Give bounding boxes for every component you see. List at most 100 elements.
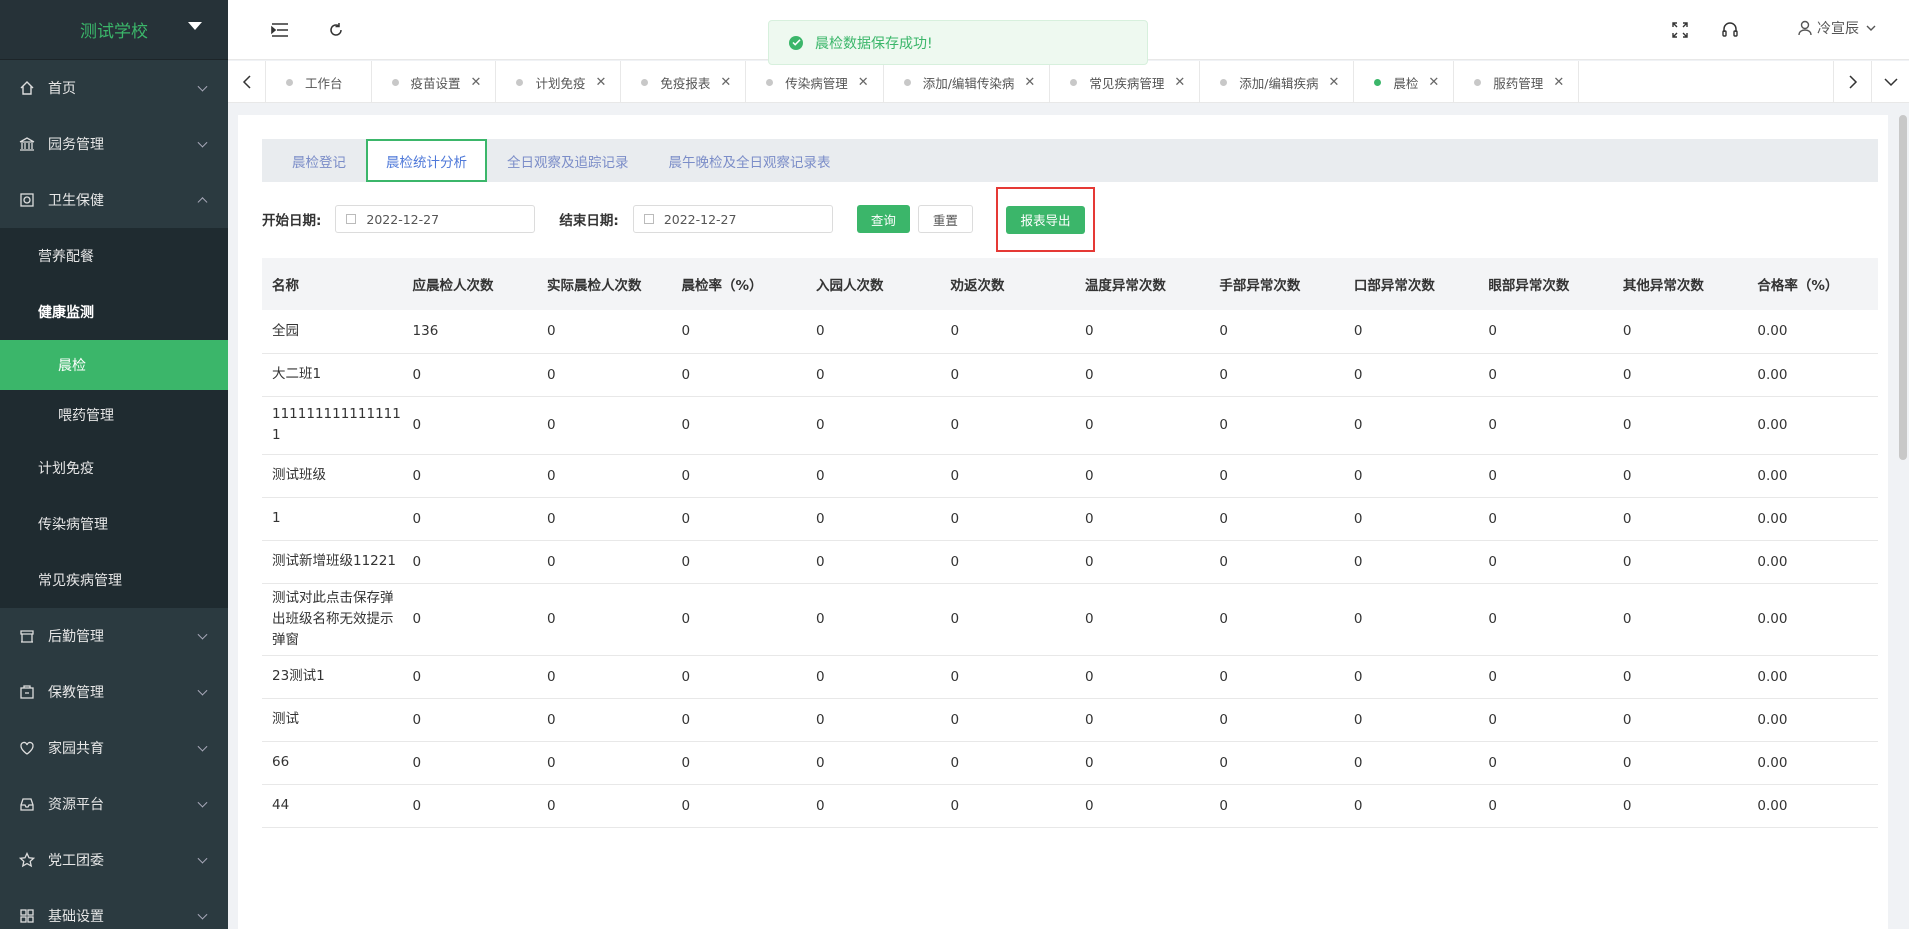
table-cell: 0 — [805, 540, 941, 584]
scrollbar[interactable] — [1899, 115, 1907, 460]
query-button[interactable]: 查询 — [856, 205, 910, 233]
table-row: 66 0 0 0 0 0 0 0 0 0 0 0.00 — [262, 741, 1878, 785]
table-cell: 0 — [1478, 784, 1613, 828]
page-tab[interactable]: 免疫报表 ✕ — [621, 61, 747, 102]
table-cell: 0 — [1343, 698, 1479, 742]
reset-button[interactable]: 重置 — [917, 205, 973, 233]
page-tab[interactable]: 添加/编辑传染病 ✕ — [884, 61, 1051, 102]
refresh-icon[interactable] — [324, 18, 348, 42]
sidebar-item[interactable]: 保教管理 — [0, 664, 228, 720]
table-cell: 0.00 — [1747, 698, 1878, 742]
menu-toggle-icon[interactable] — [268, 18, 292, 42]
sidebar-item[interactable]: 家园共育 — [0, 720, 228, 776]
sidebar-item[interactable]: 资源平台 — [0, 776, 228, 832]
page-tab[interactable]: 服药管理 ✕ — [1454, 61, 1580, 102]
sidebar-subitem[interactable]: 计划免疫 — [0, 440, 228, 496]
table-cell: 0 — [1209, 741, 1344, 785]
table-cell: 0.00 — [1747, 353, 1878, 397]
table-cell: 测试新增班级11221 — [262, 540, 403, 584]
tab-label: 服药管理 — [1493, 75, 1544, 91]
heart-icon — [18, 739, 36, 757]
headset-icon[interactable] — [1718, 18, 1742, 42]
tab-label: 晨检 — [1393, 75, 1419, 91]
table-cell: 0 — [940, 741, 1075, 785]
health-icon — [18, 191, 36, 209]
table-row: 测试班级 0 0 0 0 0 0 0 0 0 0 0.00 — [262, 454, 1878, 498]
tab-close-icon[interactable]: ✕ — [1328, 75, 1339, 90]
check-circle-icon — [789, 35, 803, 50]
page-tab[interactable]: 传染病管理 ✕ — [746, 61, 884, 102]
sidebar-item-label: 首页 — [48, 81, 76, 97]
table-cell: 0 — [1074, 497, 1210, 541]
sub-tab[interactable]: 晨检登记 — [262, 139, 366, 182]
fullscreen-icon[interactable] — [1668, 18, 1692, 42]
tabs-dropdown-icon[interactable] — [1871, 61, 1909, 103]
tab-close-icon[interactable]: ✕ — [471, 75, 482, 90]
user-menu[interactable]: 冷宣辰 — [1797, 18, 1877, 38]
tab-close-icon[interactable]: ✕ — [720, 75, 731, 90]
page-tab[interactable]: 计划免疫 ✕ — [496, 61, 622, 102]
calendar-icon — [643, 214, 654, 224]
table-cell: 23测试1 — [262, 655, 403, 699]
sidebar-item[interactable]: 后勤管理 — [0, 608, 228, 664]
table-cell: 0 — [671, 583, 806, 656]
tab-close-icon[interactable]: ✕ — [1428, 75, 1439, 90]
table-cell: 0 — [805, 655, 941, 699]
table-cell: 测试对此点击保存弹出班级名称无效提示弹窗 — [262, 583, 403, 656]
sub-tab[interactable]: 晨检统计分析 — [366, 139, 487, 182]
table-cell: 0 — [805, 784, 941, 828]
sidebar-subitem-label: 计划免疫 — [38, 461, 94, 477]
tab-close-icon[interactable]: ✕ — [595, 75, 606, 90]
start-date-label: 开始日期: — [262, 213, 322, 229]
table-header-cell: 眼部异常次数 — [1478, 258, 1613, 310]
sidebar-subitem[interactable]: 晨检 — [0, 340, 228, 390]
table-cell: 0 — [1209, 454, 1344, 498]
sidebar-subitem-label: 喂药管理 — [58, 408, 114, 424]
sidebar-item[interactable]: 卫生保健 — [0, 172, 228, 228]
sidebar-item[interactable]: 首页 — [0, 60, 228, 116]
table-cell: 0 — [402, 741, 537, 785]
tab-close-icon[interactable]: ✕ — [858, 75, 869, 90]
table-cell: 0 — [1074, 698, 1210, 742]
table-row: 1 0 0 0 0 0 0 0 0 0 0 0.00 — [262, 497, 1878, 541]
sidebar-item[interactable]: 基础设置 — [0, 888, 228, 929]
table-cell: 0 — [402, 784, 537, 828]
sub-tabs: 晨检登记 晨检统计分析 全日观察及追踪记录 晨午晚检及全日观察记录表 — [262, 139, 1878, 182]
tabs-scroll-right-icon[interactable] — [1833, 61, 1871, 103]
table-cell: 0 — [1343, 784, 1479, 828]
sidebar-subitem[interactable]: 常见疾病管理 — [0, 552, 228, 608]
tab-close-icon[interactable]: ✕ — [1553, 75, 1564, 90]
sidebar-subitem-label: 健康监测 — [38, 305, 94, 321]
tabs-scroll-left-icon[interactable] — [228, 61, 266, 103]
tab-label: 添加/编辑传染病 — [922, 75, 1015, 91]
caret-down-icon[interactable] — [188, 22, 202, 30]
page-tab[interactable]: 疫苗设置 ✕ — [372, 61, 497, 102]
start-date-input[interactable]: 2022-12-27 — [335, 205, 536, 233]
sidebar-item[interactable]: 党工团委 — [0, 832, 228, 888]
sidebar-subitem[interactable]: 健康监测 — [0, 284, 228, 340]
page-tab[interactable]: 常见疾病管理 ✕ — [1050, 61, 1201, 102]
sidebar-item[interactable]: 园务管理 — [0, 116, 228, 172]
tab-close-icon[interactable]: ✕ — [1024, 75, 1035, 90]
table-cell: 0 — [1343, 540, 1479, 584]
table-cell: 0 — [671, 741, 806, 785]
sidebar-subitem[interactable]: 营养配餐 — [0, 228, 228, 284]
sidebar-subitem[interactable]: 喂药管理 — [0, 390, 228, 440]
table-cell: 0 — [1612, 396, 1748, 455]
brand-header[interactable]: 测试学校 — [0, 0, 228, 60]
table-cell: 66 — [262, 741, 403, 785]
export-button[interactable]: 报表导出 — [1006, 205, 1085, 234]
sub-tab[interactable]: 全日观察及追踪记录 — [487, 139, 649, 182]
table-header-cell: 其他异常次数 — [1612, 258, 1748, 310]
end-date-input[interactable]: 2022-12-27 — [632, 205, 833, 233]
table-cell: 0 — [671, 698, 806, 742]
main-panel: 晨检登记 晨检统计分析 全日观察及追踪记录 晨午晚检及全日观察记录表 开始日期: 20… — [238, 115, 1888, 929]
page-tab[interactable]: 晨检 ✕ — [1354, 61, 1455, 102]
sub-tab[interactable]: 晨午晚检及全日观察记录表 — [649, 139, 851, 182]
sidebar-subitem[interactable]: 传染病管理 — [0, 496, 228, 552]
tab-label: 常见疾病管理 — [1089, 75, 1165, 91]
chevron-down-icon — [197, 81, 208, 92]
tab-close-icon[interactable]: ✕ — [1174, 75, 1185, 90]
page-tab[interactable]: 工作台 — [266, 61, 372, 102]
page-tab[interactable]: 添加/编辑疾病 ✕ — [1200, 61, 1355, 102]
